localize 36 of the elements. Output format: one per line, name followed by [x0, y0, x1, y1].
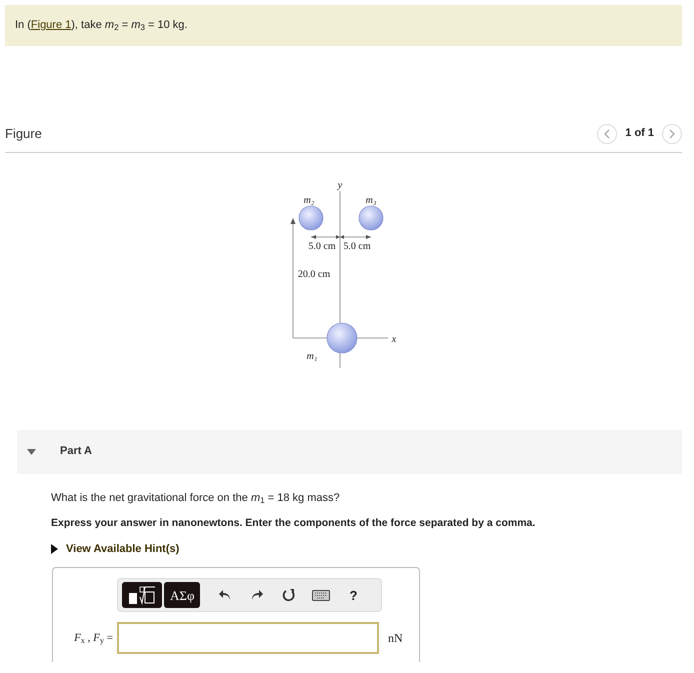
intro-sentence: In (Figure 1), take m$_{2}$ = m$_{3}$ = 10 kg.	[5, 5, 682, 46]
dimension-label: 5.0 cm	[308, 240, 336, 252]
figure-title: Figure	[5, 124, 42, 143]
dimension-label: 5.0 cm	[343, 240, 371, 252]
undo-icon	[218, 589, 232, 602]
help-button[interactable]: ?	[338, 582, 368, 608]
reset-icon	[282, 588, 296, 602]
figure-link[interactable]: Figure 1	[30, 19, 72, 31]
collapse-toggle[interactable]	[27, 448, 36, 454]
template-icon	[128, 585, 156, 606]
mass-sphere	[326, 322, 358, 353]
mass-label: m₃	[366, 194, 376, 206]
keyboard-icon	[312, 590, 330, 601]
axis-label: x	[392, 334, 396, 344]
chevron-left-icon	[603, 128, 612, 138]
mass-label: m₂	[304, 194, 314, 206]
dimension-label: 20.0 cm	[298, 268, 330, 280]
templates-button[interactable]	[122, 582, 162, 608]
symbols-button[interactable]: ΑΣφ	[164, 582, 200, 608]
chevron-right-icon	[668, 128, 676, 138]
redo-icon	[250, 589, 264, 602]
mass-label: m₁	[306, 350, 318, 362]
caret-down-icon	[27, 448, 36, 454]
mass-sphere	[358, 205, 384, 230]
answer-label: F$_{x}$ , F$_{y}$ =	[73, 631, 114, 646]
part-title: Part A	[60, 444, 92, 460]
question-text: What is the net gravitational force on the m$_{1}$ = 18 kg mass?	[51, 490, 341, 506]
unit-label: nN	[388, 630, 403, 648]
answer-field[interactable]	[117, 622, 379, 654]
axis-label: y	[338, 180, 342, 190]
instruction-text: Express your answer in nanonewtons. Enter the components of the force separated by a comma.	[51, 516, 536, 531]
mass-sphere	[298, 205, 324, 230]
triangle-right-icon	[51, 544, 58, 554]
page-counter: 1 of 1	[625, 126, 654, 142]
dimension-line	[310, 234, 372, 238]
hint-link[interactable]: View Available Hint(s)	[66, 540, 180, 558]
